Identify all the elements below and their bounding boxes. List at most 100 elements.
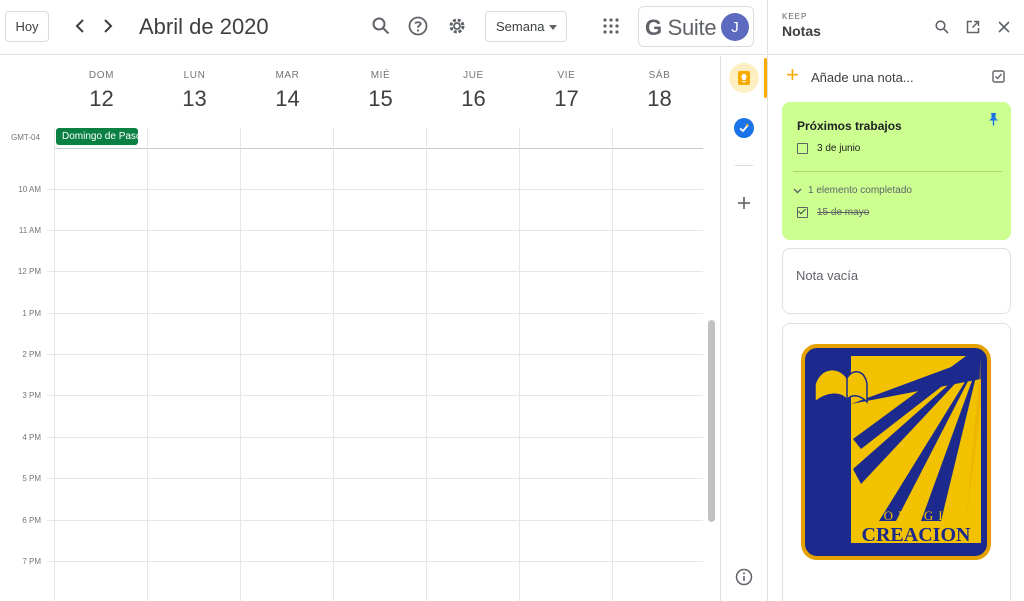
hour-label: 5 PM (22, 474, 41, 483)
note-card[interactable]: COLEGIO CREACION (782, 323, 1011, 601)
day-number[interactable]: 17 (520, 86, 613, 112)
hour-label: 10 AM (18, 185, 41, 194)
keep-header: KEEP Notas (768, 0, 1024, 55)
day-name: DOM (88, 70, 115, 81)
logo-text-creacion: CREACION (862, 524, 971, 546)
keep-panel: KEEP Notas + Añade una nota... Próximos … (767, 0, 1024, 601)
checkbox-unchecked-icon[interactable] (797, 143, 808, 154)
view-select[interactable]: Semana (485, 11, 567, 42)
strip-divider (735, 165, 753, 166)
hour-gridline (47, 561, 703, 562)
completed-items-label: 1 elemento completado (808, 185, 912, 196)
close-panel-button[interactable] (994, 17, 1014, 37)
calendar-header: Hoy Abril de 2020 Semana G Suite J (0, 0, 766, 55)
new-list-button[interactable] (992, 70, 1005, 88)
add-note-input[interactable]: + Añade una nota... (782, 62, 1012, 89)
keep-bulb-icon (738, 71, 750, 85)
day-name: MIÉ (370, 70, 391, 81)
note-card[interactable]: Próximos trabajos 3 de junio 1 elemento … (782, 102, 1011, 240)
day-header-fri[interactable]: VIE 17 (520, 56, 613, 126)
day-number[interactable]: 13 (148, 86, 241, 112)
gsuite-logo-suite: Suite (667, 15, 717, 40)
get-addons-button[interactable] (734, 193, 754, 213)
hour-gridline (47, 230, 703, 231)
hour-label: 2 PM (22, 350, 41, 359)
gear-icon (449, 18, 465, 34)
help-button[interactable] (405, 13, 431, 39)
day-number[interactable]: 18 (613, 86, 706, 112)
search-button[interactable] (368, 13, 394, 39)
day-header-wed[interactable]: MIÉ 15 (334, 56, 427, 126)
logo-text-colegio: COLEGIO (870, 508, 962, 523)
chevron-left-icon (75, 19, 84, 33)
checklist-item-completed[interactable]: 15 de mayo (797, 207, 869, 218)
account-switcher[interactable]: G Suite J (638, 6, 754, 47)
day-header-mon[interactable]: LUN 13 (148, 56, 241, 126)
day-header-sun[interactable]: DOM 12 (55, 56, 148, 126)
column-divider (240, 128, 241, 601)
hour-label: 1 PM (22, 309, 41, 318)
completed-items-toggle[interactable]: 1 elemento completado (793, 185, 912, 196)
day-headers: DOM 12 LUN 13 MAR 14 MIÉ 15 JUE 16 VIE 17 SÁB 1… (55, 56, 703, 126)
hour-gridline (47, 395, 703, 396)
note-card[interactable]: Nota vacía (782, 248, 1011, 314)
avatar[interactable]: J (721, 13, 749, 41)
allday-event-chip[interactable]: Domingo de Pascua (56, 128, 138, 145)
hour-label: 11 AM (18, 226, 41, 235)
apps-grid-icon (603, 18, 619, 34)
hour-gridline (47, 520, 703, 521)
day-name: JUE (463, 70, 484, 81)
checklist-item-text: 3 de junio (817, 143, 861, 154)
day-number[interactable]: 14 (241, 86, 334, 112)
gsuite-logo: G Suite (645, 15, 717, 41)
column-divider (54, 128, 55, 601)
hour-gridline (47, 354, 703, 355)
search-icon (372, 17, 390, 35)
day-header-tue[interactable]: MAR 14 (241, 56, 334, 126)
close-icon (998, 21, 1010, 33)
gsuite-logo-g: G (645, 15, 662, 40)
column-divider (612, 128, 613, 601)
day-number[interactable]: 16 (427, 86, 520, 112)
plus-icon (738, 197, 750, 209)
today-button[interactable]: Hoy (5, 11, 49, 42)
open-in-new-tab-button[interactable] (963, 17, 983, 37)
tasks-app-button[interactable] (734, 118, 754, 138)
hour-label: 7 PM (22, 557, 41, 566)
prev-week-button[interactable] (68, 14, 92, 38)
grid-scrollbar[interactable] (708, 320, 715, 522)
chevron-right-icon (104, 19, 113, 33)
allday-divider (55, 148, 703, 149)
help-icon (408, 16, 428, 36)
next-week-button[interactable] (96, 14, 120, 38)
keep-app-label: KEEP (782, 12, 808, 21)
checkbox-checked-icon[interactable] (797, 207, 808, 218)
day-name: MAR (275, 70, 300, 81)
day-header-thu[interactable]: JUE 16 (427, 56, 520, 126)
keep-app-button[interactable] (729, 63, 759, 93)
side-panel-strip (720, 56, 767, 601)
note-placeholder: Nota vacía (796, 268, 859, 283)
pin-icon (989, 113, 998, 126)
plus-icon: + (786, 62, 799, 87)
settings-button[interactable] (444, 13, 470, 39)
info-icon (735, 568, 753, 586)
day-name: SÁB (648, 70, 671, 81)
hour-gridline (47, 313, 703, 314)
day-header-sat[interactable]: SÁB 18 (613, 56, 706, 126)
tasks-check-icon (739, 123, 749, 133)
hour-label: 6 PM (22, 516, 41, 525)
column-divider (519, 128, 520, 601)
apps-button[interactable] (598, 13, 624, 39)
day-number[interactable]: 15 (334, 86, 427, 112)
add-note-label: Añade una nota... (811, 70, 914, 85)
checklist-item-text: 15 de mayo (817, 207, 870, 218)
day-number[interactable]: 12 (55, 86, 148, 112)
timezone-label: GMT-04 (11, 133, 40, 142)
pin-button[interactable] (988, 112, 999, 131)
checklist-item[interactable]: 3 de junio (797, 143, 860, 154)
info-button[interactable] (735, 568, 753, 586)
column-divider (333, 128, 334, 601)
keep-search-button[interactable] (932, 17, 952, 37)
caret-down-icon (549, 25, 557, 30)
